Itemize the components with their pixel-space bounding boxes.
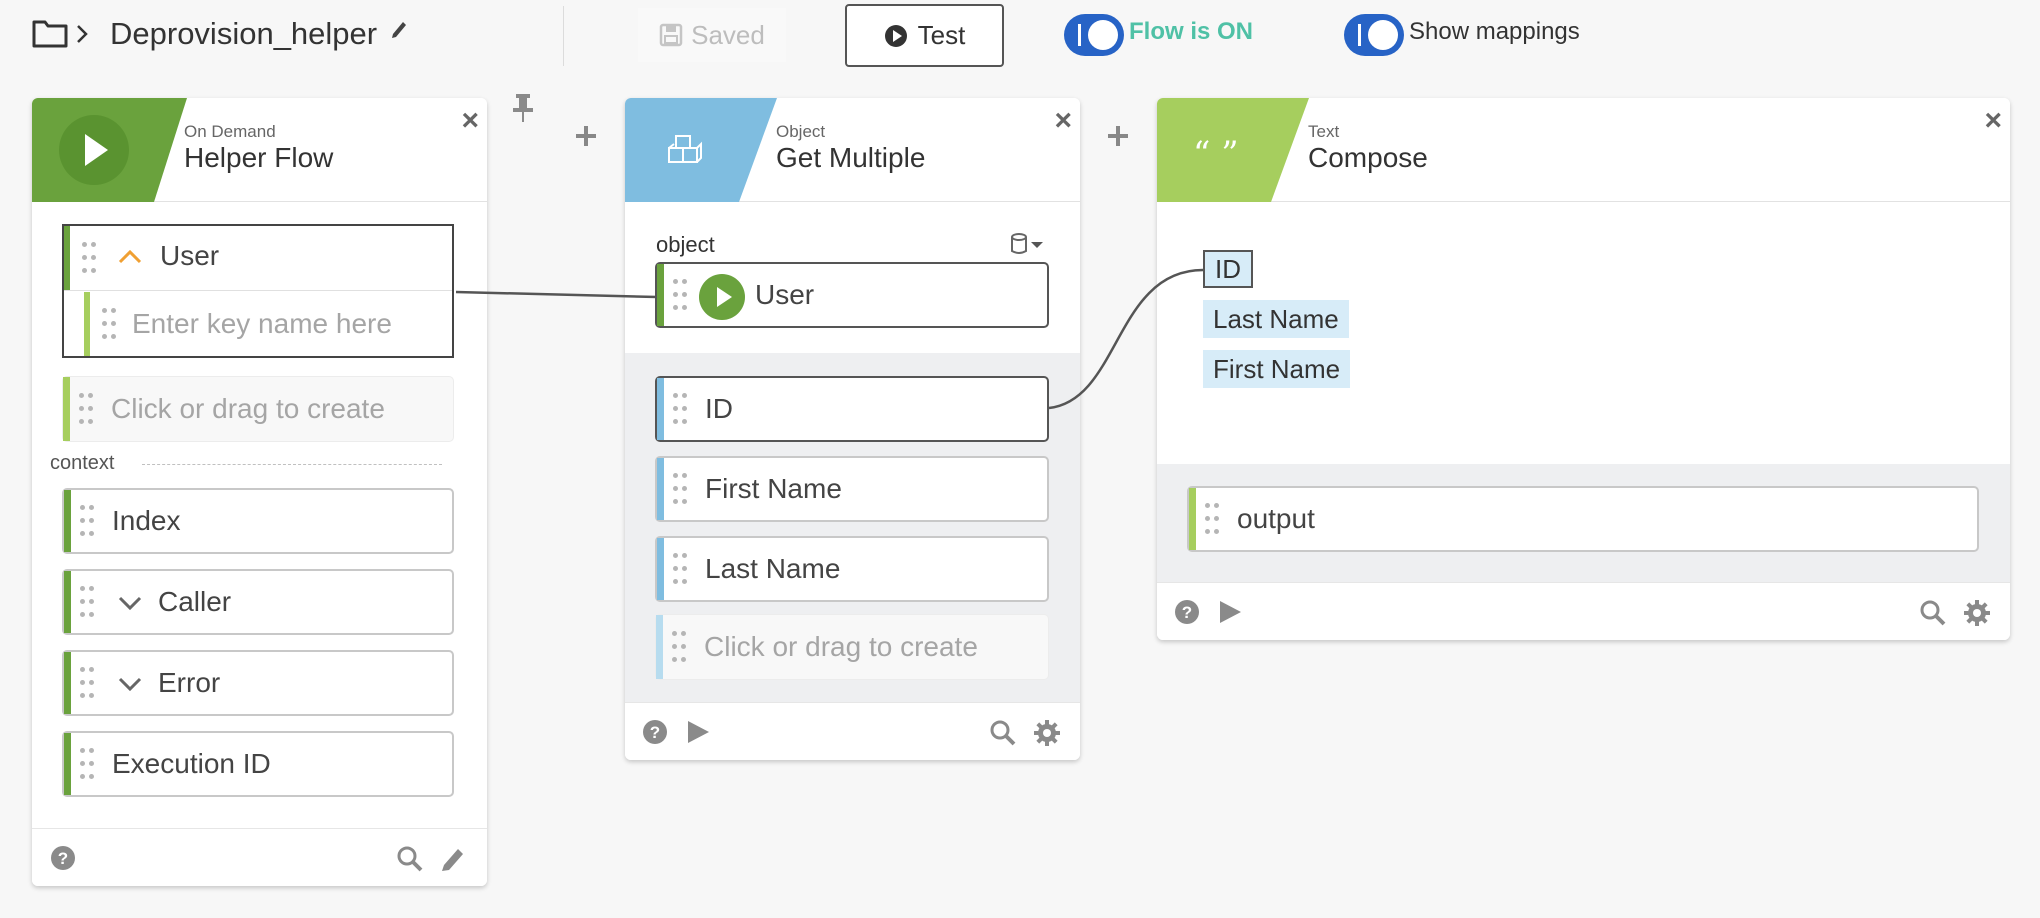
- database-icon[interactable]: [1010, 232, 1046, 256]
- card-title: Get Multiple: [776, 142, 926, 173]
- helper-flow-card: On Demand Helper Flow × User Enter key n…: [32, 98, 487, 886]
- drag-handle-icon[interactable]: [672, 631, 686, 663]
- toolbar-divider: [563, 6, 564, 66]
- toolbar: Deprovision_helper Saved Test Flow is ON…: [0, 0, 2040, 70]
- chevron-right-icon: [76, 24, 88, 44]
- test-label: Test: [917, 20, 966, 50]
- output-field-first-name[interactable]: First Name: [655, 456, 1049, 522]
- card-title: Helper Flow: [184, 142, 334, 173]
- card-footer: ?: [625, 702, 1080, 760]
- object-label: object: [656, 232, 715, 257]
- saved-button: Saved: [638, 8, 786, 62]
- mappings-toggle[interactable]: [1344, 14, 1404, 56]
- drag-handle-icon[interactable]: [79, 393, 93, 425]
- pencil-icon[interactable]: [440, 845, 466, 871]
- drag-handle-icon[interactable]: [1205, 503, 1219, 535]
- context-field-error[interactable]: Error: [62, 650, 454, 716]
- close-icon[interactable]: ×: [461, 106, 479, 136]
- svg-text:?: ?: [1182, 603, 1192, 622]
- output-field[interactable]: output: [1187, 486, 1979, 552]
- svg-text:?: ?: [650, 723, 660, 742]
- card-header: Object Get Multiple ×: [625, 98, 1080, 202]
- key-name-input[interactable]: Enter key name here: [132, 308, 392, 340]
- drag-handle-icon[interactable]: [673, 393, 687, 425]
- context-field-index[interactable]: Index: [62, 488, 454, 554]
- drag-handle-icon[interactable]: [80, 505, 94, 537]
- drag-handle-icon[interactable]: [82, 242, 96, 274]
- output-field-id[interactable]: ID: [655, 376, 1049, 442]
- chevron-down-icon[interactable]: [118, 595, 142, 611]
- create-field-placeholder[interactable]: Click or drag to create: [655, 614, 1049, 680]
- play-circle-icon: [884, 24, 908, 48]
- create-field-placeholder[interactable]: Click or drag to create: [62, 376, 454, 442]
- search-icon[interactable]: [396, 845, 424, 873]
- drag-handle-icon[interactable]: [102, 308, 116, 340]
- context-field-execution-id[interactable]: Execution ID: [62, 731, 454, 797]
- quote-icon: “ ”: [1193, 134, 1239, 174]
- pin-icon[interactable]: [510, 92, 536, 124]
- flow-toggle[interactable]: [1064, 14, 1124, 56]
- drag-handle-icon[interactable]: [80, 748, 94, 780]
- token-last-name[interactable]: Last Name: [1203, 300, 1349, 338]
- help-icon[interactable]: ?: [642, 719, 668, 745]
- search-icon[interactable]: [1919, 599, 1947, 627]
- token-first-name[interactable]: First Name: [1203, 350, 1351, 388]
- card-footer: ?: [1157, 582, 2010, 640]
- play-icon[interactable]: [1217, 599, 1243, 625]
- close-icon[interactable]: ×: [1984, 106, 2002, 136]
- output-field-last-name[interactable]: Last Name: [655, 536, 1049, 602]
- plus-icon[interactable]: [1106, 124, 1130, 148]
- card-header: On Demand Helper Flow ×: [32, 98, 487, 202]
- card-kind: Object: [776, 122, 826, 141]
- card-kind: On Demand: [184, 122, 276, 141]
- card-header: “ ” Text Compose ×: [1157, 98, 2010, 202]
- test-button[interactable]: Test: [845, 4, 1004, 67]
- play-icon[interactable]: [685, 719, 711, 745]
- flow-name[interactable]: Deprovision_helper: [110, 16, 377, 52]
- help-icon[interactable]: ?: [50, 845, 76, 871]
- pencil-icon[interactable]: [390, 18, 408, 38]
- play-circle-icon: [699, 274, 745, 320]
- on-demand-badge: [32, 98, 187, 202]
- saved-label: Saved: [691, 19, 765, 50]
- drag-handle-icon[interactable]: [673, 553, 687, 585]
- mappings-label: Show mappings: [1409, 18, 1580, 45]
- help-icon[interactable]: ?: [1174, 599, 1200, 625]
- flow-status-label: Flow is ON: [1129, 18, 1254, 45]
- close-icon[interactable]: ×: [1054, 106, 1072, 136]
- card-footer: ?: [32, 828, 487, 886]
- plus-icon[interactable]: [574, 124, 598, 148]
- compose-card: “ ” Text Compose × ID Last Name First Na…: [1157, 98, 2010, 640]
- context-field-caller[interactable]: Caller: [62, 569, 454, 635]
- folder-icon[interactable]: [32, 18, 68, 48]
- card-kind: Text: [1308, 122, 1340, 141]
- get-multiple-card: Object Get Multiple × object User ID Fir…: [625, 98, 1080, 760]
- card-title: Compose: [1308, 142, 1428, 173]
- chevron-up-icon[interactable]: [118, 248, 142, 264]
- gear-icon[interactable]: [1033, 719, 1061, 747]
- drag-handle-icon[interactable]: [673, 473, 687, 505]
- drag-handle-icon[interactable]: [80, 586, 94, 618]
- object-input[interactable]: User: [655, 262, 1049, 328]
- token-id[interactable]: ID: [1203, 250, 1253, 288]
- user-field-label: User: [160, 240, 220, 271]
- gear-icon[interactable]: [1963, 599, 1991, 627]
- cube-icon: [665, 134, 705, 170]
- svg-text:?: ?: [58, 849, 68, 868]
- user-object-group: User Enter key name here: [62, 224, 454, 358]
- context-label: context: [50, 452, 115, 474]
- drag-handle-icon[interactable]: [673, 279, 687, 311]
- search-icon[interactable]: [989, 719, 1017, 747]
- drag-handle-icon[interactable]: [80, 667, 94, 699]
- chevron-down-icon[interactable]: [118, 676, 142, 692]
- save-icon: [659, 23, 683, 47]
- context-divider: [142, 464, 442, 465]
- object-badge: [625, 98, 777, 202]
